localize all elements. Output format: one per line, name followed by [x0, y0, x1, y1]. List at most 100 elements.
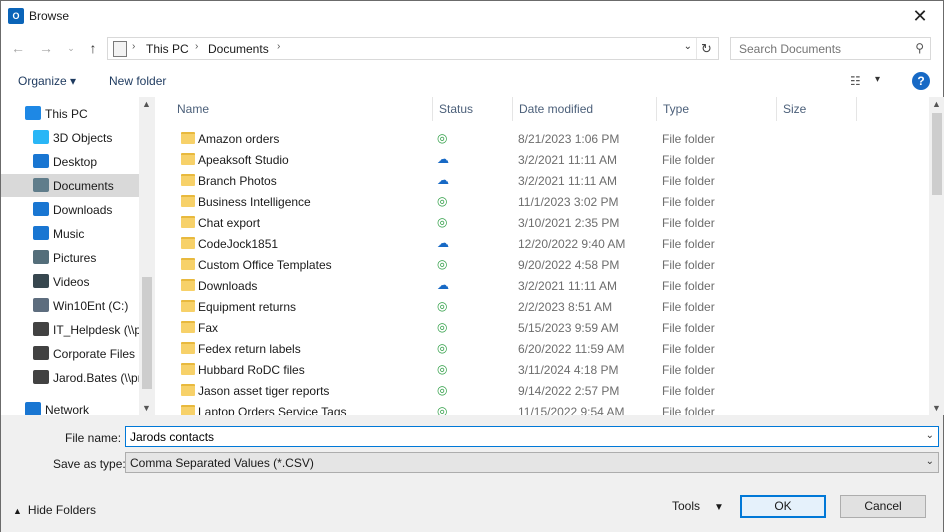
table-row[interactable]: Downloads ☁ 3/2/2021 11:11 AM File folder [159, 275, 929, 296]
folder-icon [181, 237, 195, 249]
search-icon[interactable]: ⚲ [915, 41, 924, 55]
scroll-up-icon[interactable]: ▲ [142, 99, 151, 109]
file-list-scrollbar[interactable]: ▲ ▼ [929, 97, 944, 415]
back-arrow-icon[interactable]: ← [10, 39, 26, 57]
table-row[interactable]: CodeJock1851 ☁ 12/20/2022 9:40 AM File fold… [159, 233, 929, 254]
nav-item-3d-objects[interactable]: 3D Objects [1, 126, 139, 149]
nav-item-this-pc[interactable]: This PC [1, 102, 139, 125]
file-name: Apeaksoft Studio [198, 153, 289, 167]
breadcrumb-chevron-icon[interactable]: › [195, 41, 198, 52]
synced-check-icon: ◎ [437, 299, 448, 313]
nav-item-label: Videos [53, 275, 90, 289]
breadcrumb-chevron-icon[interactable]: › [132, 41, 135, 52]
nav-item-desktop[interactable]: Desktop [1, 150, 139, 173]
table-row[interactable]: Hubbard RoDC files ◎ 3/11/2024 4:18 PM File… [159, 359, 929, 380]
breadcrumb-this-pc[interactable]: This PC [146, 42, 189, 56]
organize-button[interactable]: Organize ▾ [18, 74, 76, 88]
file-date: 9/20/2022 4:58 PM [518, 258, 620, 272]
column-header-date-modified[interactable]: Date modified [513, 97, 657, 121]
file-name-input[interactable] [126, 427, 916, 446]
file-name: Chat export [198, 216, 261, 230]
file-name: Business Intelligence [198, 195, 311, 209]
download-icon [33, 202, 49, 216]
nav-item-documents[interactable]: Documents [1, 174, 139, 197]
synced-check-icon: ◎ [437, 215, 448, 229]
address-bar[interactable]: › This PC › Documents › ⌄ ↻ [107, 37, 719, 60]
search-box[interactable]: ⚲ [730, 37, 931, 60]
save-as-type-select[interactable]: Comma Separated Values (*.CSV) ⌄ [125, 452, 939, 473]
nav-item-videos[interactable]: Videos [1, 270, 139, 293]
file-type: File folder [662, 153, 715, 167]
cancel-button[interactable]: Cancel [840, 495, 926, 518]
nav-item-it-helpdesk-p[interactable]: IT_Helpdesk (\\p [1, 318, 139, 341]
search-input[interactable] [731, 38, 907, 59]
nav-item-downloads[interactable]: Downloads [1, 198, 139, 221]
column-header-size[interactable]: Size [777, 97, 857, 121]
file-name: Fedex return labels [198, 342, 301, 356]
nav-item-label: Network [45, 403, 90, 415]
table-row[interactable]: Business Intelligence ◎ 11/1/2023 3:02 PM F… [159, 191, 929, 212]
folder-icon [181, 195, 195, 207]
file-name-combobox[interactable]: ⌄ [125, 426, 939, 447]
table-row[interactable]: Custom Office Templates ◎ 9/20/2022 4:58 P… [159, 254, 929, 275]
scroll-down-icon[interactable]: ▼ [142, 403, 151, 413]
chevron-down-icon[interactable]: ⌄ [926, 430, 934, 441]
nav-item-label: 3D Objects [53, 131, 113, 145]
table-row[interactable]: Amazon orders ◎ 8/21/2023 1:06 PM File fold… [159, 128, 929, 149]
table-row[interactable]: Fedex return labels ◎ 6/20/2022 11:59 AM Fi… [159, 338, 929, 359]
up-arrow-icon[interactable]: ↑ [85, 39, 101, 57]
refresh-icon[interactable]: ↻ [696, 38, 716, 59]
nav-item-jarod-bates-pr[interactable]: Jarod.Bates (\\pr [1, 366, 139, 389]
nav-item-music[interactable]: Music [1, 222, 139, 245]
help-icon[interactable]: ? [912, 72, 930, 90]
cube-icon [33, 130, 49, 144]
nav-item-corporate-files[interactable]: Corporate Files ( [1, 342, 139, 365]
nav-item-win10ent-c[interactable]: Win10Ent (C:) [1, 294, 139, 317]
file-name: Jason asset tiger reports [198, 384, 330, 398]
table-row[interactable]: Branch Photos ☁ 3/2/2021 11:11 AM File fold… [159, 170, 929, 191]
save-as-type-value: Comma Separated Values (*.CSV) [130, 456, 314, 470]
file-date: 12/20/2022 9:40 AM [518, 237, 626, 251]
nav-item-label: Documents [53, 179, 114, 193]
ok-button[interactable]: OK [740, 495, 826, 518]
file-type: File folder [662, 258, 715, 272]
table-row[interactable]: Fax ◎ 5/15/2023 9:59 AM File folder [159, 317, 929, 338]
nav-scrollbar[interactable]: ▲ ▼ [139, 97, 155, 415]
table-row[interactable]: Apeaksoft Studio ☁ 3/2/2021 11:11 AM File f… [159, 149, 929, 170]
close-button[interactable]: ✕ [897, 1, 943, 31]
breadcrumb-documents[interactable]: Documents [208, 42, 269, 56]
sort-ascending-icon: ^ [296, 97, 300, 101]
table-row[interactable]: Jason asset tiger reports ◎ 9/14/2022 2:57… [159, 380, 929, 401]
new-folder-button[interactable]: New folder [109, 74, 166, 88]
file-type: File folder [662, 321, 715, 335]
nav-item-network[interactable]: Network [1, 398, 139, 415]
column-header-type[interactable]: Type [657, 97, 777, 121]
folder-icon [181, 321, 195, 333]
view-dropdown-icon[interactable]: ▾ [875, 74, 880, 85]
file-date: 11/1/2023 3:02 PM [518, 195, 619, 209]
recent-locations-chevron-icon[interactable]: ⌄ [63, 39, 79, 57]
column-header-name[interactable]: Name [171, 97, 433, 121]
folder-icon [181, 132, 195, 144]
table-row[interactable]: Equipment returns ◎ 2/2/2023 8:51 AM File f… [159, 296, 929, 317]
forward-arrow-icon[interactable]: → [38, 39, 54, 57]
desktop-icon [33, 154, 49, 168]
scroll-up-icon[interactable]: ▲ [932, 99, 941, 109]
nav-item-label: Desktop [53, 155, 98, 169]
file-name: CodeJock1851 [198, 237, 279, 251]
nav-item-pictures[interactable]: Pictures [1, 246, 139, 269]
column-header-status[interactable]: Status [433, 97, 513, 121]
table-row[interactable]: Chat export ◎ 3/10/2021 2:35 PM File folder [159, 212, 929, 233]
tools-button[interactable]: Tools ▼ [672, 499, 724, 513]
scroll-thumb[interactable] [142, 277, 152, 389]
chevron-down-icon[interactable]: ⌄ [926, 456, 934, 467]
hide-folders-button[interactable]: ▲ Hide Folders [13, 503, 96, 517]
address-dropdown-icon[interactable]: ⌄ [684, 41, 692, 52]
scroll-down-icon[interactable]: ▼ [932, 403, 941, 413]
view-options-icon[interactable]: ☷ [850, 74, 861, 88]
file-type: File folder [662, 132, 715, 146]
scroll-thumb[interactable] [932, 113, 942, 195]
table-row[interactable]: Laptop Orders Service Tags ◎ 11/15/2022 9:… [159, 401, 929, 415]
file-date: 8/21/2023 1:06 PM [518, 132, 620, 146]
breadcrumb-chevron-icon[interactable]: › [277, 41, 280, 52]
